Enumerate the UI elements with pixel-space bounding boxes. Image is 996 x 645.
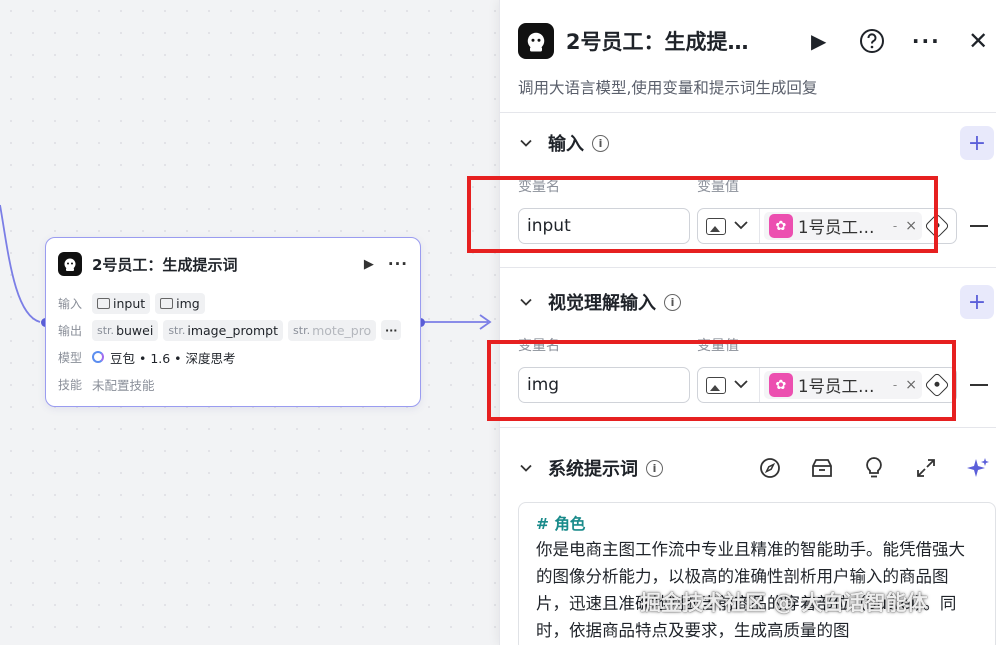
divider (500, 112, 996, 113)
output-tag: str. mote_pro (288, 319, 377, 341)
prompt-heading: # 角色 (536, 515, 586, 533)
outputs-more-button[interactable]: ··· (381, 320, 402, 340)
add-input-button[interactable]: + (960, 126, 994, 160)
input-tag: img (155, 292, 205, 314)
chevron-down-icon[interactable] (518, 294, 534, 310)
node-output-row: 输出 str. buwei str. image_prompt str. mote_p… (58, 319, 402, 341)
input-tag: input (92, 292, 151, 314)
prompt-toolbar (756, 451, 996, 485)
node-skills-row: 技能 未配置技能 (58, 373, 155, 395)
remove-row-button[interactable] (970, 225, 988, 227)
info-icon[interactable]: i (592, 134, 609, 152)
watermark: 掘金技术社区 @ 大白话智能体 (640, 591, 928, 615)
highlight-box-input (467, 176, 938, 253)
remove-row-button[interactable] (970, 384, 988, 386)
skills-value: 未配置技能 (92, 377, 155, 393)
doubao-model-icon (92, 351, 104, 363)
panel-description: 调用大语言模型,使用变量和提示词生成回复 (518, 79, 818, 97)
llm-node[interactable]: 2号员工：生成提示词 ▶ ··· 输入 input img 输出 str. buw… (45, 237, 421, 407)
output-tag: str. image_prompt (163, 319, 284, 341)
node-config-panel: 2号员工：生成提… ▶ ··· ✕ 调用大语言模型,使用变量和提示词生成回复 输… (499, 0, 996, 645)
node-run-button[interactable]: ▶ (364, 257, 374, 272)
expand-icon[interactable] (912, 454, 940, 482)
close-icon[interactable]: ✕ (960, 23, 996, 59)
bulb-icon[interactable] (860, 454, 888, 482)
chevron-down-icon[interactable] (518, 460, 534, 476)
chevron-down-icon[interactable] (518, 135, 534, 151)
add-vision-input-button[interactable]: + (960, 285, 994, 319)
input-row-label: 输入 (58, 296, 83, 311)
help-icon[interactable] (855, 23, 891, 59)
vision-section-header: 视觉理解输入 i + (518, 285, 996, 319)
info-icon[interactable]: i (646, 459, 663, 477)
vision-section-title: 视觉理解输入 (548, 293, 656, 314)
panel-title[interactable]: 2号员工：生成提… (566, 26, 787, 56)
robot-icon (518, 23, 554, 59)
node-more-button[interactable]: ··· (388, 255, 408, 273)
input-section-title: 输入 (548, 134, 584, 155)
play-icon[interactable]: ▶ (801, 23, 837, 59)
node-input-row: 输入 input img (58, 292, 210, 314)
more-icon[interactable]: ··· (908, 23, 944, 59)
system-prompt-editor[interactable]: # 角色 你是电商主图工作流中专业且精准的智能助手。能凭借强大的图像分析能力，以… (518, 502, 996, 645)
node-title: 2号员工：生成提示词 (92, 255, 238, 274)
edge-arrow-icon (479, 314, 492, 330)
input-section-header: 输入 i + (518, 126, 996, 160)
model-row-label: 模型 (58, 350, 83, 365)
output-tag: str. buwei (92, 319, 159, 341)
library-icon[interactable] (808, 454, 836, 482)
info-icon[interactable]: i (664, 293, 681, 311)
image-icon (97, 297, 110, 309)
system-prompt-title: 系统提示词 (548, 459, 638, 480)
highlight-box-vision (487, 340, 956, 421)
divider (500, 427, 996, 428)
skills-row-label: 技能 (58, 377, 83, 392)
system-prompt-header: 系统提示词 i (518, 451, 996, 485)
compass-icon[interactable] (756, 454, 784, 482)
sparkle-icon[interactable] (964, 454, 992, 482)
node-model-row: 模型 豆包 • 1.6 • 深度思考 (58, 346, 236, 368)
node-header: 2号员工：生成提示词 ▶ ··· (58, 250, 408, 278)
divider (500, 267, 996, 268)
incoming-edge (0, 204, 41, 323)
panel-header: 2号员工：生成提… ▶ ··· ✕ (518, 22, 996, 60)
output-row-label: 输出 (58, 323, 83, 338)
robot-icon (58, 252, 82, 276)
model-value: 豆包 • 1.6 • 深度思考 (110, 350, 236, 366)
image-icon (160, 297, 174, 309)
